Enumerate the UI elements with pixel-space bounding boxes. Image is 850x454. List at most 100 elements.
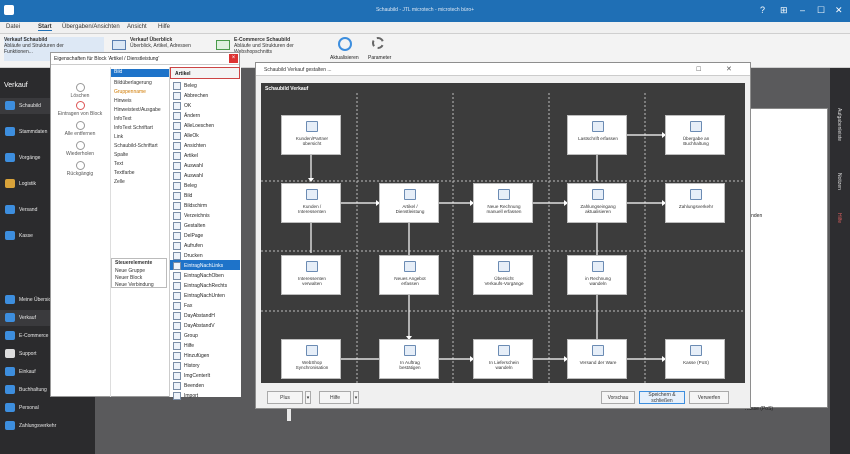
diagram-node[interactable]: Übersicht Verkaufs-Vorgänge <box>473 255 533 295</box>
icon-list-item[interactable]: Beleg <box>170 180 240 190</box>
icon-list-item[interactable]: Aufrufen <box>170 240 240 250</box>
close-icon[interactable]: × <box>229 54 238 63</box>
close-button[interactable]: ✕ <box>726 65 732 73</box>
diagram-node[interactable]: in Rechnung wandeln <box>567 255 627 295</box>
refresh-label[interactable]: Aktualisieren <box>330 55 359 61</box>
tab-hilfe[interactable]: Hilfe <box>836 213 842 223</box>
diagram-node[interactable]: Interessenten verwalten <box>281 255 341 295</box>
icon-list-item[interactable]: EintragNachRechts <box>170 280 240 290</box>
redo-button[interactable]: Wiederholen <box>55 141 105 157</box>
property-item[interactable]: Bildüberlagerung <box>114 80 152 86</box>
icon-list-item[interactable]: Drucken <box>170 250 240 260</box>
property-item[interactable]: Spalte <box>114 152 128 158</box>
icon-list-item[interactable]: EintragNachLinks <box>170 260 240 270</box>
help-icon[interactable]: ? <box>760 5 765 15</box>
maximize-button[interactable]: ☐ <box>696 66 701 73</box>
icon-list-item[interactable]: AlleOk <box>170 130 240 140</box>
save-close-button[interactable]: Speichern & schließen <box>639 391 685 404</box>
menu-uebergaben[interactable]: Übergaben/Ansichten <box>62 24 120 30</box>
new-group-item[interactable]: Neue Gruppe <box>115 268 145 274</box>
remove-all-button[interactable]: Alle entfernen <box>55 121 105 137</box>
gear-icon[interactable] <box>372 37 384 49</box>
params-label[interactable]: Parameter <box>368 55 391 61</box>
tab-notizen[interactable]: Notizen <box>836 173 842 190</box>
property-item[interactable]: Schaubild-Schriftart <box>114 143 158 149</box>
nav-bottom-zahlungsverkehr[interactable]: Zahlungsverkehr <box>0 418 95 434</box>
undo-button[interactable]: Rückgängig <box>55 161 105 177</box>
diagram-node[interactable]: Kasse (PoS) <box>665 339 725 379</box>
property-item[interactable]: Bild <box>111 69 169 77</box>
diagram-node[interactable]: Neues Angebot erfassen <box>379 255 439 295</box>
icon-list-item[interactable]: Gestalten <box>170 220 240 230</box>
icon-list-item[interactable]: Hinzufügen <box>170 350 240 360</box>
icon-list-item[interactable]: Beleg <box>170 80 240 90</box>
delete-button[interactable]: Löschen <box>55 83 105 99</box>
icon-list-item[interactable]: Hilfe <box>170 340 240 350</box>
diagram-node[interactable]: Versand der Ware <box>567 339 627 379</box>
property-item[interactable]: Zelle <box>114 179 125 185</box>
minimize-button[interactable]: – <box>800 5 805 15</box>
icon-list-item[interactable]: Auswahl <box>170 170 240 180</box>
preview-button[interactable]: Vorschau <box>601 391 635 404</box>
menu-hilfe[interactable]: Hilfe <box>158 24 170 30</box>
refresh-icon[interactable] <box>338 37 352 51</box>
menu-start[interactable]: Start <box>38 24 52 31</box>
ribbon-ecommerce-schaubild[interactable]: E-Commerce Schaubild Abläufe und Struktu… <box>234 37 322 61</box>
maximize-button[interactable]: ☐ <box>817 5 825 16</box>
icon-list-item[interactable]: Auswahl <box>170 160 240 170</box>
icon-list-item[interactable]: Bildschirm <box>170 200 240 210</box>
plus-button[interactable]: Plus <box>267 391 303 404</box>
icon-list-item[interactable]: EintragNachOben <box>170 270 240 280</box>
icon-list-item[interactable]: EintragNachUnten <box>170 290 240 300</box>
help-dropdown[interactable]: ▾ <box>353 391 359 404</box>
icon-list-item[interactable]: History <box>170 360 240 370</box>
property-item[interactable]: Hinweistext/Ausgabe <box>114 107 161 113</box>
icon-list-item[interactable]: Bild <box>170 190 240 200</box>
menu-ansicht[interactable]: Ansicht <box>127 24 147 30</box>
diagram-node[interactable]: Lastschrift erfassen <box>567 115 627 155</box>
icon-list-item[interactable]: OK <box>170 100 240 110</box>
property-item[interactable]: Gruppenname <box>114 89 146 95</box>
property-item[interactable]: InfoText Schriftart <box>114 125 153 131</box>
property-item[interactable]: Text <box>114 161 123 167</box>
plus-dropdown[interactable]: ▾ <box>305 391 311 404</box>
diagram-node[interactable]: Artikel / Dienstleistung <box>379 183 439 223</box>
icon-list-item[interactable]: Group <box>170 330 240 340</box>
close-button[interactable]: ✕ <box>835 5 843 16</box>
discard-button[interactable]: Verwerfen <box>689 391 729 404</box>
icon-list-item[interactable]: Fax <box>170 300 240 310</box>
insert-block-button[interactable]: Eintragen von Block <box>55 101 105 117</box>
diagram-node[interactable]: Neue Rechnung manuell erfassen <box>473 183 533 223</box>
icon-list-item[interactable]: Ändern <box>170 110 240 120</box>
diagram-canvas[interactable]: Schaubild Verkauf Kunden/Partner übersic… <box>261 83 745 383</box>
icon-list-item[interactable]: DelPage <box>170 230 240 240</box>
new-block-item[interactable]: Neuer Block <box>115 275 142 281</box>
new-connection-item[interactable]: Neue Verbindung <box>115 282 154 288</box>
icon-list-item[interactable]: Beenden <box>170 380 240 390</box>
diagram-node[interactable]: In Auftrag bestätigen <box>379 339 439 379</box>
diagram-node[interactable]: Zahlungsverkehr <box>665 183 725 223</box>
icon-list-header[interactable]: Artikel <box>170 67 240 79</box>
icon-list-item[interactable]: AlleLoeschen <box>170 120 240 130</box>
icon-list-item[interactable]: Abbrechen <box>170 90 240 100</box>
diagram-node[interactable]: Kunden/Partner übersicht <box>281 115 341 155</box>
diagram-node[interactable]: Zahlungseingang aktualisieren <box>567 183 627 223</box>
layout-icon[interactable]: ⊞ <box>780 5 788 16</box>
diagram-node[interactable]: WebShop Synchronisation <box>281 339 341 379</box>
property-item[interactable]: Hinweis <box>114 98 132 104</box>
diagram-node[interactable]: Kunden / Interessenten <box>281 183 341 223</box>
diagram-node[interactable]: In Lieferschein wandeln <box>473 339 533 379</box>
nav-bottom-personal[interactable]: Personal <box>0 400 95 416</box>
tab-aufgabenleiste[interactable]: Aufgabenleiste <box>836 108 842 141</box>
property-item[interactable]: Textfarbe <box>114 170 135 176</box>
icon-list-item[interactable]: Verzeichnis <box>170 210 240 220</box>
icon-list-item[interactable]: DayAbstandH <box>170 310 240 320</box>
icon-list-item[interactable]: ImgCenterIt <box>170 370 240 380</box>
icon-list-item[interactable]: Artikel <box>170 150 240 160</box>
help-button[interactable]: Hilfe <box>319 391 351 404</box>
property-item[interactable]: Link <box>114 134 123 140</box>
icon-list-item[interactable]: DayAbstandV <box>170 320 240 330</box>
property-item[interactable]: InfoText <box>114 116 132 122</box>
icon-list-item[interactable]: Ansichten <box>170 140 240 150</box>
icon-list-item[interactable]: Import <box>170 390 240 400</box>
